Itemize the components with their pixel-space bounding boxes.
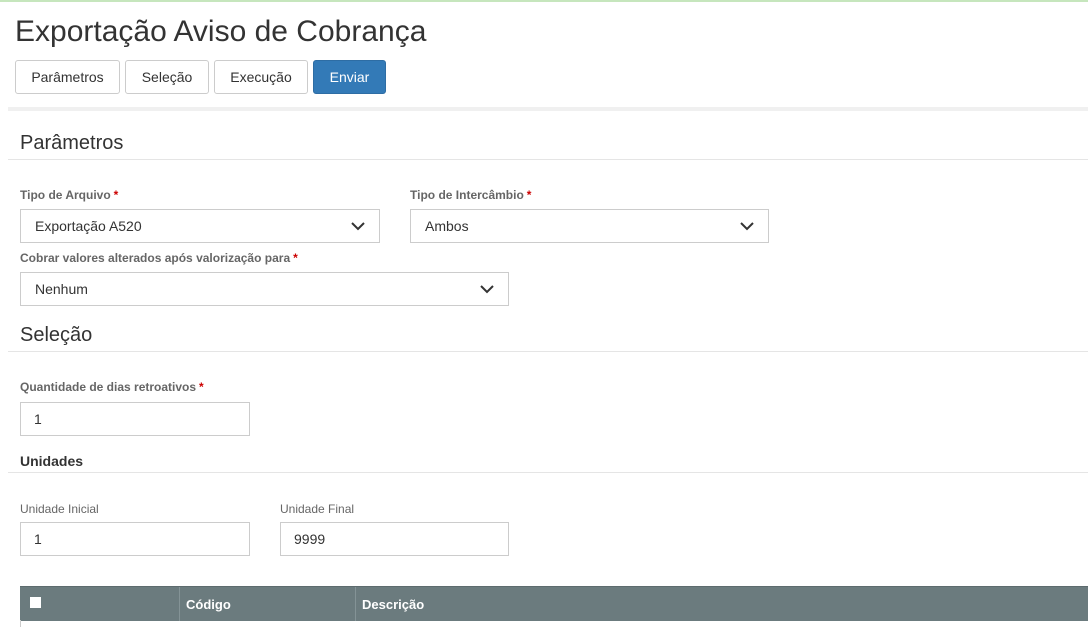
dias-retroativos-label-text: Quantidade de dias retroativos — [20, 380, 197, 394]
chevron-down-icon — [480, 285, 494, 294]
required-marker: * — [526, 188, 532, 202]
header-divider — [8, 107, 1088, 111]
tipo-arquivo-label-text: Tipo de Arquivo — [20, 188, 111, 202]
tab-execucao[interactable]: Execução — [214, 60, 308, 94]
column-separator — [355, 587, 356, 621]
unidade-final-input[interactable]: 9999 — [280, 522, 509, 556]
column-header-descricao[interactable]: Descrição — [362, 587, 424, 621]
column-separator — [179, 587, 180, 621]
tab-selecao[interactable]: Seleção — [125, 60, 209, 94]
unidade-inicial-label: Unidade Inicial — [20, 502, 99, 516]
dias-retroativos-label: Quantidade de dias retroativos * — [20, 380, 204, 394]
section-title-selecao: Seleção — [20, 324, 93, 346]
tipo-intercambio-select[interactable]: Ambos — [410, 209, 769, 243]
column-header-codigo[interactable]: Código — [186, 587, 231, 621]
dias-retroativos-value: 1 — [34, 411, 42, 427]
chevron-down-icon — [740, 222, 754, 231]
dias-retroativos-input[interactable]: 1 — [20, 402, 250, 436]
tab-parametros[interactable]: Parâmetros — [15, 60, 120, 94]
cobrar-valores-value: Nenhum — [35, 281, 88, 297]
tipo-intercambio-value: Ambos — [425, 218, 469, 234]
tipo-arquivo-value: Exportação A520 — [35, 218, 142, 234]
section-divider — [8, 159, 1088, 160]
section-title-parametros: Parâmetros — [20, 132, 124, 154]
chevron-down-icon — [351, 222, 365, 231]
unidade-inicial-input[interactable]: 1 — [20, 522, 250, 556]
select-all-checkbox[interactable] — [30, 597, 41, 608]
tipo-intercambio-label: Tipo de Intercâmbio * — [410, 188, 531, 202]
tipo-arquivo-label: Tipo de Arquivo * — [20, 188, 118, 202]
unidade-inicial-value: 1 — [34, 531, 42, 547]
tipo-arquivo-select[interactable]: Exportação A520 — [20, 209, 380, 243]
unidades-table-header: Código Descrição — [20, 586, 1088, 621]
page-title: Exportação Aviso de Cobrança — [15, 15, 427, 48]
required-marker: * — [113, 188, 119, 202]
enviar-button[interactable]: Enviar — [313, 60, 386, 94]
cobrar-valores-select[interactable]: Nenhum — [20, 272, 509, 306]
tipo-intercambio-label-text: Tipo de Intercâmbio — [410, 188, 524, 202]
table-body — [20, 620, 1088, 627]
section-divider — [8, 351, 1088, 352]
cobrar-valores-label-text: Cobrar valores alterados após valorizaçã… — [20, 251, 291, 265]
unidades-title: Unidades — [20, 453, 84, 469]
unidade-final-value: 9999 — [294, 531, 326, 547]
unidade-final-label: Unidade Final — [280, 502, 355, 516]
subsection-divider — [8, 472, 1088, 473]
top-accent-line — [0, 0, 1088, 2]
cobrar-valores-label: Cobrar valores alterados após valorizaçã… — [20, 251, 298, 265]
required-marker: * — [293, 251, 298, 265]
required-marker: * — [199, 380, 204, 394]
